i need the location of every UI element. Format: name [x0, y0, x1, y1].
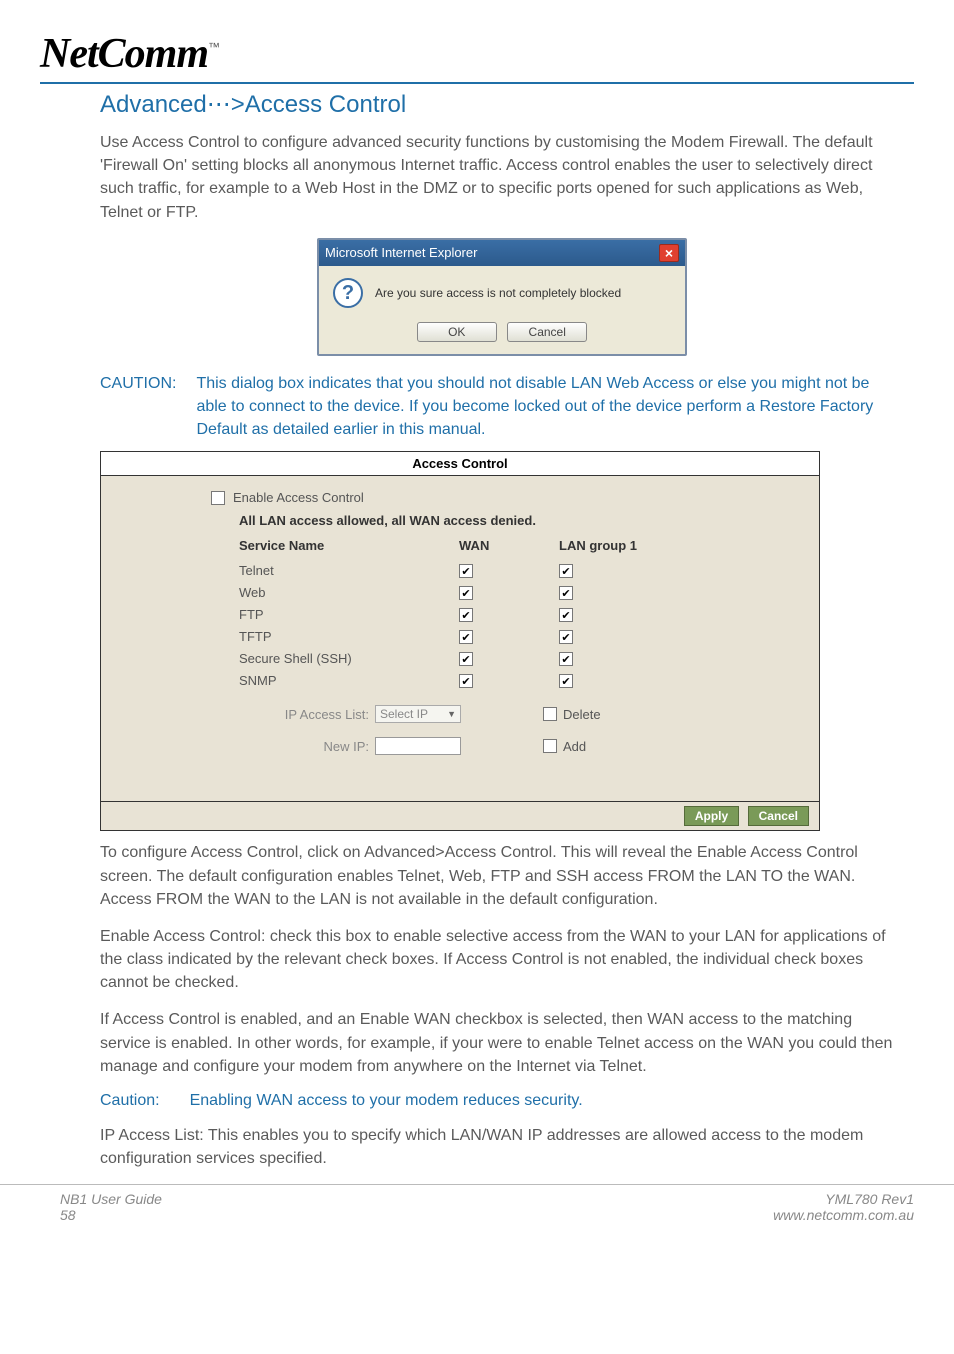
service-label: Secure Shell (SSH)	[239, 651, 459, 666]
add-checkbox[interactable]	[543, 739, 557, 753]
table-row: Web	[239, 581, 799, 603]
page-footer: NB1 User Guide 58 YML780 Rev1 www.netcom…	[0, 1184, 954, 1243]
cancel-button[interactable]: Cancel	[507, 322, 587, 342]
wan-checkbox[interactable]	[459, 608, 473, 622]
inline-caution: Caution: Enabling WAN access to your mod…	[100, 1092, 904, 1110]
delete-checkbox[interactable]	[543, 707, 557, 721]
lan-checkbox[interactable]	[559, 564, 573, 578]
wan-checkbox[interactable]	[459, 564, 473, 578]
col-wan: WAN	[459, 538, 559, 553]
logo-brand: NetComm	[40, 30, 208, 78]
footer-page-number: 58	[60, 1207, 162, 1223]
paragraph-enabled: If Access Control is enabled, and an Ena…	[100, 1008, 904, 1078]
table-row: SNMP	[239, 669, 799, 691]
col-service-name: Service Name	[239, 538, 459, 553]
wan-checkbox[interactable]	[459, 674, 473, 688]
footer-guide: NB1 User Guide	[60, 1191, 162, 1207]
service-label: Telnet	[239, 563, 459, 578]
close-icon[interactable]: ×	[659, 244, 679, 262]
access-control-panel: Access Control Enable Access Control All…	[100, 451, 820, 831]
caution-block: CAUTION: This dialog box indicates that …	[100, 372, 904, 442]
delete-label: Delete	[563, 707, 601, 722]
caution-text: This dialog box indicates that you shoul…	[196, 372, 904, 442]
add-label: Add	[563, 739, 586, 754]
col-lan: LAN group 1	[559, 538, 679, 553]
panel-cancel-button[interactable]: Cancel	[748, 806, 809, 826]
table-row: Secure Shell (SSH)	[239, 647, 799, 669]
intro-paragraph: Use Access Control to configure advanced…	[100, 131, 904, 224]
new-ip-input[interactable]	[375, 737, 461, 755]
service-label: Web	[239, 585, 459, 600]
ie-dialog: Microsoft Internet Explorer × ? Are you …	[317, 238, 687, 356]
footer-url: www.netcomm.com.au	[773, 1207, 914, 1223]
lan-checkbox[interactable]	[559, 630, 573, 644]
inline-caution-label: Caution:	[100, 1092, 160, 1110]
lan-checkbox[interactable]	[559, 586, 573, 600]
lan-checkbox[interactable]	[559, 652, 573, 666]
ie-titlebar: Microsoft Internet Explorer ×	[319, 240, 685, 266]
paragraph-configure: To configure Access Control, click on Ad…	[100, 841, 904, 911]
enable-access-control-label: Enable Access Control	[233, 490, 364, 505]
apply-button[interactable]: Apply	[684, 806, 739, 826]
footer-rev: YML780 Rev1	[773, 1191, 914, 1207]
logo: NetComm™	[40, 30, 914, 78]
table-row: Telnet	[239, 559, 799, 581]
paragraph-enable: Enable Access Control: check this box to…	[100, 925, 904, 995]
service-label: SNMP	[239, 673, 459, 688]
wan-checkbox[interactable]	[459, 586, 473, 600]
wan-checkbox[interactable]	[459, 652, 473, 666]
question-icon: ?	[333, 278, 363, 308]
ip-access-list-select[interactable]: Select IP ▼	[375, 705, 461, 723]
ie-message: Are you sure access is not completely bl…	[375, 286, 621, 300]
new-ip-label: New IP:	[239, 739, 369, 754]
wan-checkbox[interactable]	[459, 630, 473, 644]
paragraph-iplist: IP Access List: This enables you to spec…	[100, 1124, 904, 1170]
service-label: TFTP	[239, 629, 459, 644]
chevron-down-icon: ▼	[447, 709, 456, 719]
service-label: FTP	[239, 607, 459, 622]
ip-select-value: Select IP	[380, 707, 428, 721]
header-rule	[40, 82, 914, 84]
ie-title-text: Microsoft Internet Explorer	[325, 245, 477, 260]
ip-access-list-label: IP Access List:	[239, 707, 369, 722]
enable-access-control-checkbox[interactable]	[211, 491, 225, 505]
section-heading: Advanced⋯>Access Control	[100, 90, 914, 119]
lan-checkbox[interactable]	[559, 674, 573, 688]
caution-label: CAUTION:	[100, 372, 176, 442]
table-row: FTP	[239, 603, 799, 625]
table-row: TFTP	[239, 625, 799, 647]
lan-checkbox[interactable]	[559, 608, 573, 622]
ok-button[interactable]: OK	[417, 322, 497, 342]
access-control-subheading: All LAN access allowed, all WAN access d…	[239, 513, 799, 528]
inline-caution-text: Enabling WAN access to your modem reduce…	[190, 1092, 583, 1110]
access-control-title: Access Control	[101, 452, 819, 476]
services-table: Service Name WAN LAN group 1 Telnet Web	[239, 538, 799, 691]
logo-tm: ™	[208, 40, 220, 54]
